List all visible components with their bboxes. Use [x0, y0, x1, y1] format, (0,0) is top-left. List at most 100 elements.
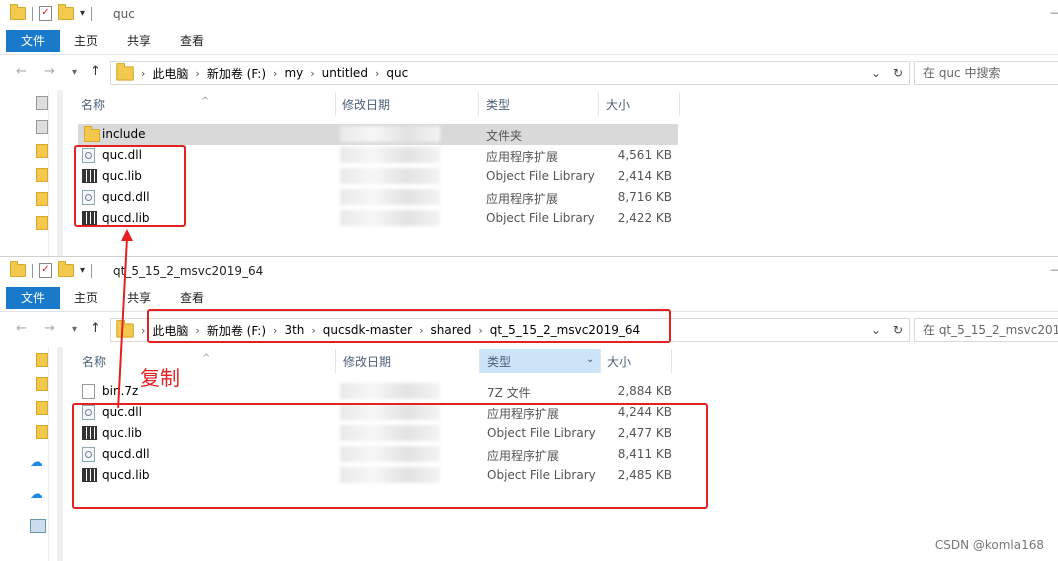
file-size: 2,884 KB: [617, 384, 672, 398]
folder-icon[interactable]: [36, 216, 48, 230]
refresh-icon[interactable]: ↻: [887, 323, 909, 337]
breadcrumb-item[interactable]: 新加卷 (F:): [202, 65, 271, 82]
folder-icon: [116, 62, 134, 81]
tab-home[interactable]: 主页: [74, 30, 98, 52]
tab-share[interactable]: 共享: [127, 287, 151, 309]
chevron-down-icon[interactable]: ⌄: [865, 66, 887, 80]
highlight-box-source-files: [74, 145, 186, 227]
new-folder-icon[interactable]: [58, 261, 74, 277]
column-type[interactable]: 类型: [486, 96, 510, 113]
divider[interactable]: [479, 349, 480, 373]
refresh-icon[interactable]: ↻: [887, 66, 909, 80]
chevron-down-icon[interactable]: ▾: [80, 8, 85, 19]
divider[interactable]: [671, 349, 672, 373]
chevron-down-icon[interactable]: ⌄: [586, 354, 594, 365]
address-bar[interactable]: › 此电脑 › 新加卷 (F:) › my › untitled › quc ⌄…: [110, 61, 910, 85]
properties-icon[interactable]: ✓: [39, 6, 52, 21]
divider[interactable]: [600, 349, 601, 373]
sort-up-icon: ^: [201, 96, 210, 107]
modified-date-blurred: [340, 168, 440, 184]
address-actions: ⌄ ↻: [865, 62, 909, 84]
title-bar: ✓ ▾ quc —: [0, 0, 1058, 30]
chevron-right-icon[interactable]: ›: [308, 67, 316, 80]
folder-icon[interactable]: [10, 4, 26, 20]
chevron-right-icon[interactable]: ›: [139, 67, 147, 80]
tab-file[interactable]: 文件: [6, 287, 60, 309]
folder-icon[interactable]: [36, 168, 48, 182]
folder-icon[interactable]: [36, 425, 48, 439]
column-date[interactable]: 修改日期: [343, 353, 391, 370]
back-icon[interactable]: ←: [16, 64, 27, 79]
new-folder-icon[interactable]: [58, 4, 74, 20]
folder-icon[interactable]: [36, 401, 48, 415]
column-size[interactable]: 大小: [606, 96, 630, 113]
recent-locations-icon[interactable]: ▾: [72, 324, 77, 335]
file-type: 7Z 文件: [487, 386, 531, 400]
divider: [91, 263, 93, 278]
divider[interactable]: [478, 92, 479, 116]
chevron-right-icon[interactable]: ›: [373, 67, 381, 80]
folder-icon[interactable]: [36, 144, 48, 158]
tab-home[interactable]: 主页: [74, 287, 98, 309]
drive-icon[interactable]: [36, 120, 48, 134]
divider[interactable]: [335, 349, 336, 373]
navigation-bar: ← → ▾ ↑ › 此电脑 › 新加卷 (F:) › my › untitled…: [0, 58, 1058, 88]
breadcrumb-item[interactable]: quc: [381, 66, 413, 80]
up-icon[interactable]: ↑: [90, 321, 101, 336]
tab-share[interactable]: 共享: [127, 30, 151, 52]
modified-date-blurred: [340, 210, 440, 226]
modified-date-blurred: [340, 126, 440, 142]
properties-icon[interactable]: ✓: [39, 263, 52, 278]
forward-icon[interactable]: →: [44, 64, 55, 79]
column-size[interactable]: 大小: [607, 353, 631, 370]
up-icon[interactable]: ↑: [90, 64, 101, 79]
tab-view[interactable]: 查看: [180, 287, 204, 309]
quick-access-toolbar: ✓ ▾: [10, 4, 93, 21]
chevron-down-icon[interactable]: ⌄: [865, 323, 887, 337]
tab-file[interactable]: 文件: [6, 30, 60, 52]
folder-icon[interactable]: [10, 261, 26, 277]
folder-icon: [84, 126, 100, 142]
file-type: 应用程序扩展: [486, 192, 559, 206]
search-input[interactable]: 在 qt_5_15_2_msvc2019_64: [914, 318, 1058, 342]
column-date[interactable]: 修改日期: [342, 96, 390, 113]
file-type: 文件夹: [486, 129, 523, 143]
column-name[interactable]: 名称: [82, 353, 106, 370]
divider[interactable]: [598, 92, 599, 116]
onedrive-icon[interactable]: ☁: [30, 455, 43, 470]
file-size: 2,414 KB: [617, 169, 672, 183]
column-type[interactable]: 类型: [487, 353, 511, 370]
divider[interactable]: [679, 92, 680, 116]
search-input[interactable]: 在 quc 中搜索: [914, 61, 1058, 85]
file-row[interactable]: include 文件夹: [78, 124, 678, 145]
breadcrumb-item[interactable]: 此电脑: [147, 65, 193, 82]
scrollbar[interactable]: [57, 90, 63, 256]
chevron-down-icon[interactable]: ▾: [80, 265, 85, 276]
breadcrumb-item[interactable]: untitled: [317, 66, 373, 80]
chevron-right-icon[interactable]: ›: [193, 67, 201, 80]
breadcrumb-item[interactable]: my: [279, 66, 308, 80]
folder-icon[interactable]: [36, 353, 48, 367]
folder-icon[interactable]: [36, 377, 48, 391]
file-size: 8,716 KB: [617, 190, 672, 204]
forward-icon[interactable]: →: [44, 321, 55, 336]
pc-icon[interactable]: [30, 519, 46, 533]
navigation-pane: [0, 90, 49, 256]
window-title: qt_5_15_2_msvc2019_64: [113, 264, 264, 278]
onedrive-icon[interactable]: ☁: [30, 487, 43, 502]
recent-locations-icon[interactable]: ▾: [72, 67, 77, 78]
chevron-right-icon[interactable]: ›: [271, 67, 279, 80]
pc-icon[interactable]: [36, 96, 48, 110]
minimize-icon[interactable]: —: [1050, 6, 1058, 19]
back-icon[interactable]: ←: [16, 321, 27, 336]
tab-view[interactable]: 查看: [180, 30, 204, 52]
divider[interactable]: [335, 92, 336, 116]
folder-icon[interactable]: [36, 192, 48, 206]
navigation-pane: ☁ ☁: [0, 347, 49, 561]
minimize-icon[interactable]: —: [1050, 263, 1058, 276]
annotation-label: 复制: [140, 366, 180, 390]
scrollbar[interactable]: [57, 347, 63, 561]
divider: [32, 6, 33, 21]
column-name[interactable]: 名称: [81, 96, 105, 113]
ribbon-tabs: 文件 主页 共享 查看: [0, 30, 1058, 55]
